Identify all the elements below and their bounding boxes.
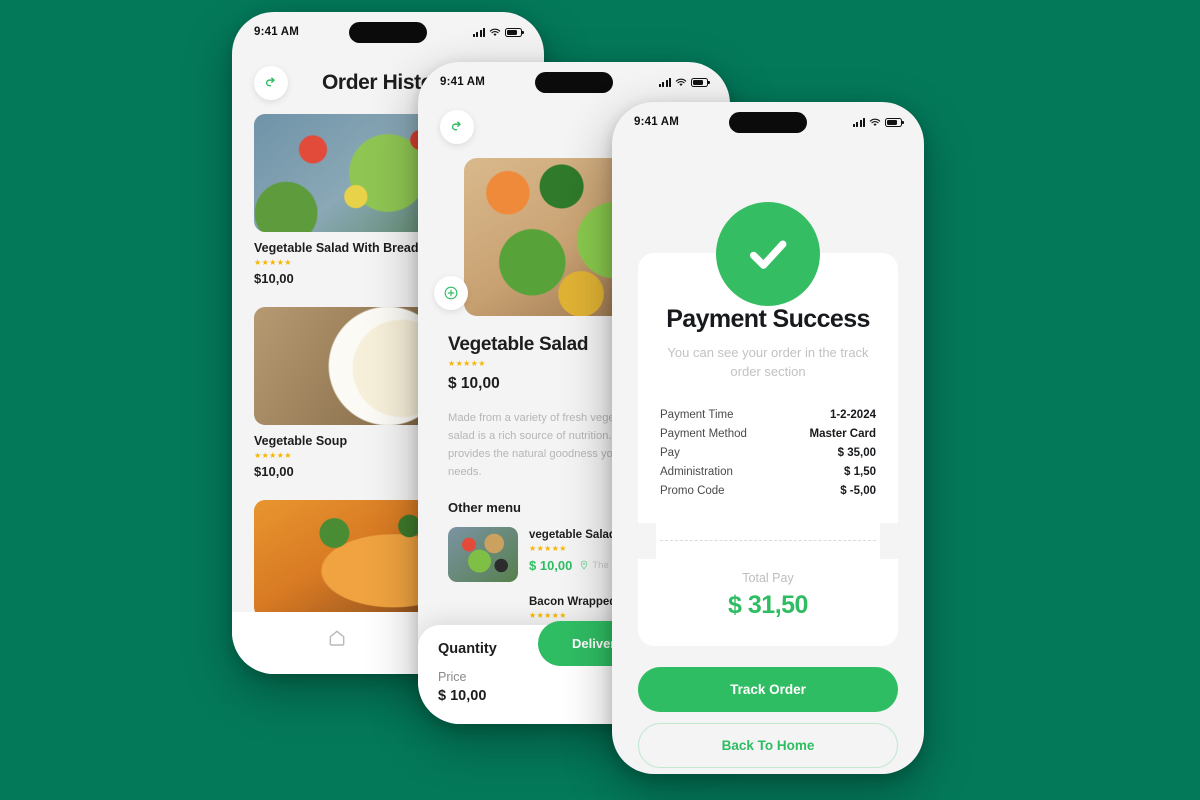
signal-icon — [659, 77, 671, 87]
back-button[interactable] — [440, 110, 474, 144]
receipt-rows: Payment Time 1-2-2024 Payment Method Mas… — [660, 406, 876, 501]
wifi-icon — [869, 118, 881, 126]
receipt-row: Pay $ 35,00 — [660, 444, 876, 463]
receipt-total: Total Pay $ 31,50 — [638, 558, 898, 646]
back-arrow-icon — [451, 120, 461, 130]
total-value: $ 31,50 — [728, 590, 808, 619]
phone-payment-success: 9:41 AM Payment Success You can see your… — [612, 102, 924, 774]
receipt-row-key: Administration — [660, 466, 733, 479]
status-bar: 9:41 AM — [418, 62, 730, 102]
mockup-stage: 9:41 AM Order History Vegetable Salad Wi… — [0, 0, 1200, 800]
status-icons — [659, 77, 710, 87]
dynamic-island — [535, 72, 613, 93]
receipt-row-key: Pay — [660, 447, 680, 460]
status-icons — [853, 117, 904, 127]
tab-home[interactable] — [327, 628, 347, 648]
receipt-row-value: $ 35,00 — [837, 447, 876, 460]
receipt-row-value: $ 1,50 — [844, 466, 876, 479]
status-time: 9:41 AM — [634, 116, 680, 128]
check-mark-icon — [750, 240, 787, 269]
battery-icon — [691, 77, 710, 87]
payment-success-screen: Payment Success You can see your order i… — [612, 142, 924, 774]
menu-item-thumbnail — [448, 526, 518, 582]
receipt-row: Promo Code $ -5,00 — [660, 482, 876, 501]
battery-icon — [505, 27, 524, 37]
signal-icon — [853, 117, 865, 127]
location-pin-icon — [581, 560, 588, 570]
add-circle-icon — [444, 286, 458, 300]
home-icon — [329, 630, 345, 646]
status-bar: 9:41 AM — [232, 12, 544, 52]
receipt-row: Payment Method Master Card — [660, 425, 876, 444]
wifi-icon — [489, 28, 501, 36]
receipt-row-value: Master Card — [809, 428, 876, 441]
receipt-row-key: Promo Code — [660, 485, 725, 498]
receipt-row: Payment Time 1-2-2024 — [660, 406, 876, 425]
receipt-row-value: $ -5,00 — [840, 485, 876, 498]
battery-icon — [885, 117, 904, 127]
status-icons — [473, 27, 524, 37]
receipt-row: Administration $ 1,50 — [660, 463, 876, 482]
track-order-button[interactable]: Track Order — [638, 666, 898, 712]
signal-icon — [473, 27, 485, 37]
success-badge — [716, 202, 820, 306]
receipt-row-value: 1-2-2024 — [829, 409, 876, 422]
back-arrow-icon — [265, 76, 275, 86]
receipt-row-key: Payment Method — [660, 428, 747, 441]
menu-item-price: $ 10,00 — [529, 557, 573, 573]
add-to-cart-button[interactable] — [434, 276, 468, 310]
receipt-card: Payment Success You can see your order i… — [620, 253, 916, 646]
back-button[interactable] — [254, 66, 288, 100]
wifi-icon — [675, 78, 687, 86]
status-time: 9:41 AM — [440, 76, 486, 88]
dynamic-island — [729, 112, 807, 133]
success-subtitle: You can see your order in the track orde… — [667, 345, 869, 379]
success-heading: Payment Success — [666, 305, 870, 333]
dynamic-island — [349, 22, 427, 43]
status-time: 9:41 AM — [254, 26, 300, 38]
receipt-row-key: Payment Time — [660, 409, 734, 422]
status-bar: 9:41 AM — [612, 102, 924, 142]
total-label: Total Pay — [742, 570, 794, 585]
payment-actions: Track Order Back To Home — [638, 666, 898, 768]
back-to-home-button[interactable]: Back To Home — [638, 722, 898, 768]
dashed-divider — [660, 539, 876, 541]
receipt-perforation — [620, 522, 916, 559]
